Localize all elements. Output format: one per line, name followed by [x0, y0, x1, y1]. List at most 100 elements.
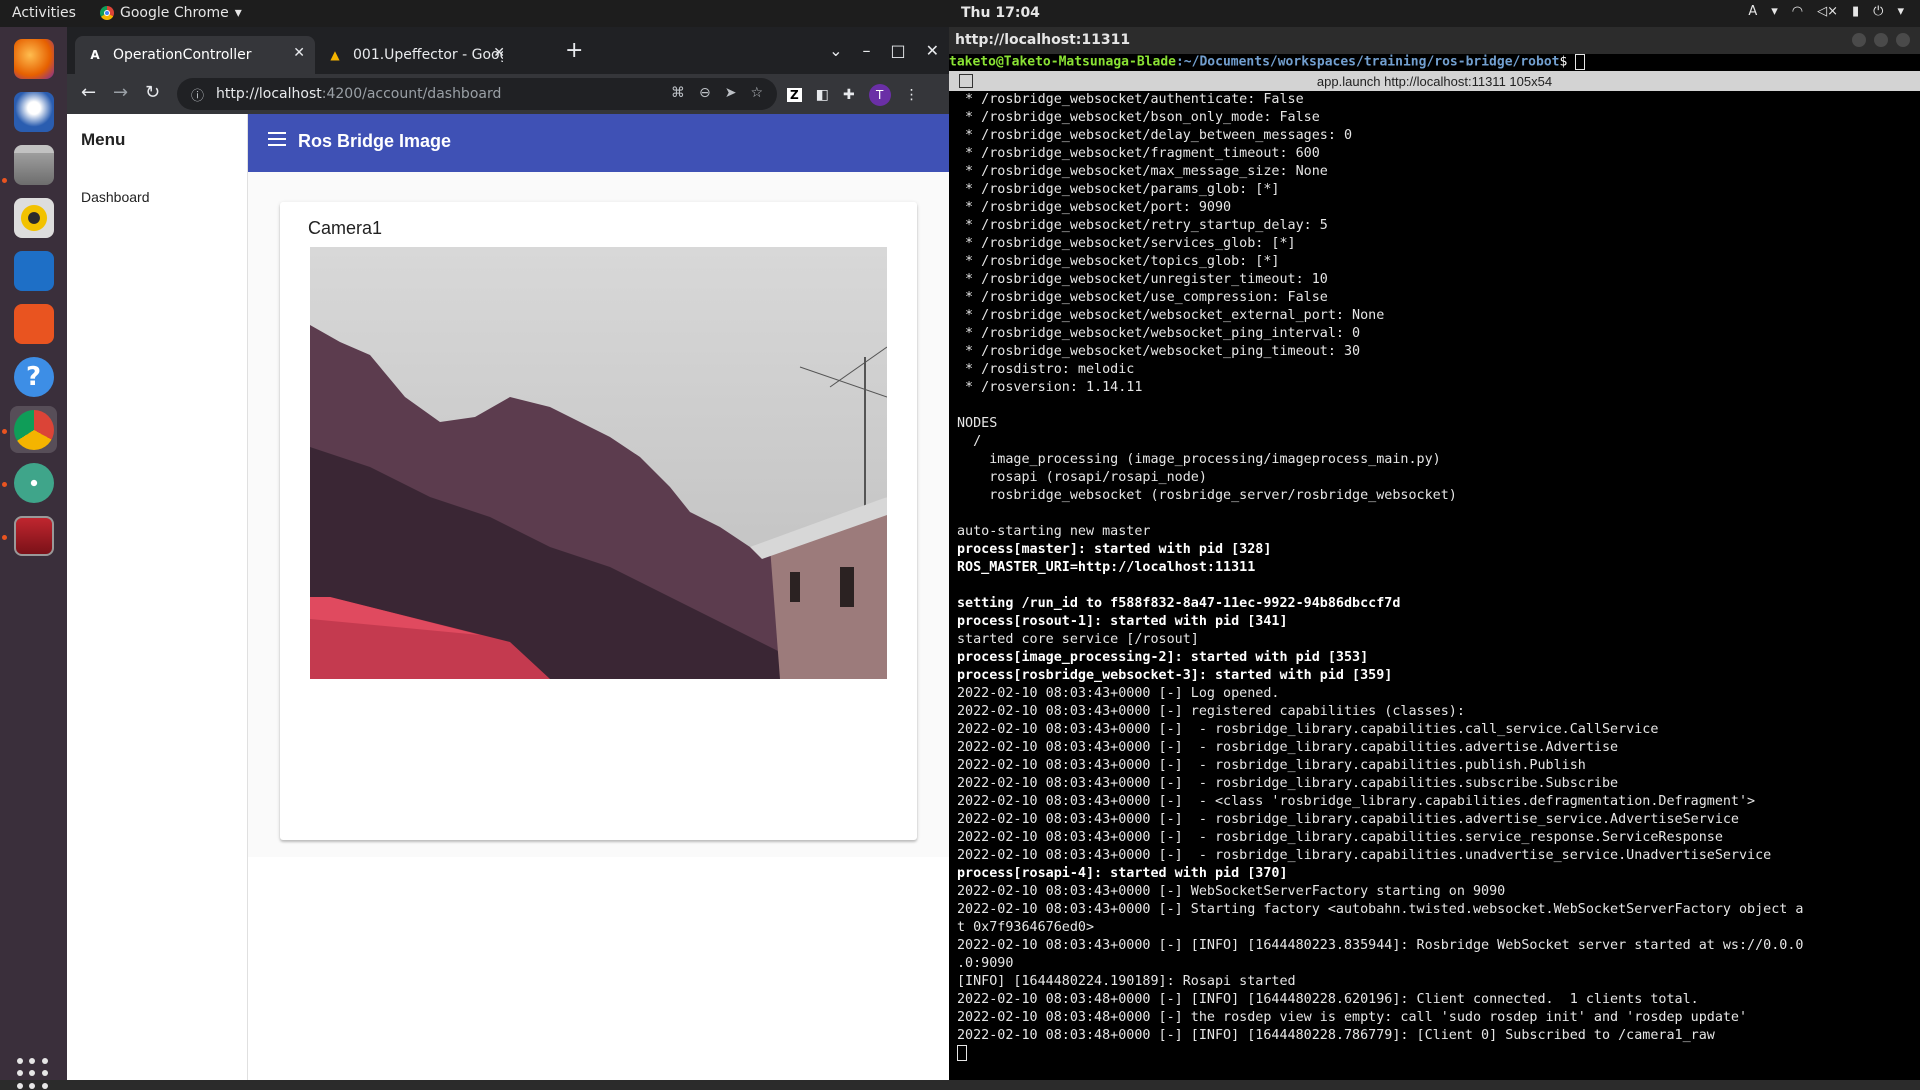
terminal-line: image_processing (image_processing/image…: [957, 452, 1441, 467]
camera-card: Camera1: [280, 202, 917, 840]
translate-icon[interactable]: ⌘: [671, 85, 685, 101]
terminal-line: auto-starting new master: [957, 524, 1151, 539]
profile-avatar[interactable]: T: [868, 84, 891, 106]
chrome-icon: [100, 6, 114, 20]
terminal-line: 2022-02-10 08:03:43+0000 [-] Log opened.: [957, 686, 1280, 701]
url-path: :4200/account/dashboard: [321, 86, 502, 102]
tab-title: OperationController: [113, 47, 252, 63]
terminal-line: * /rosbridge_websocket/port: 9090: [957, 200, 1232, 215]
forward-icon[interactable]: →: [113, 82, 128, 103]
dock-firefox[interactable]: [10, 35, 57, 82]
terminal-line: * /rosversion: 1.14.11: [957, 380, 1143, 395]
terminal-line: rosapi (rosapi/rosapi_node): [957, 470, 1207, 485]
show-applications-icon[interactable]: [17, 1058, 49, 1090]
kebab-menu-icon[interactable]: ⋮: [905, 87, 919, 103]
site-info-icon[interactable]: ⓘ: [191, 85, 204, 104]
zoom-icon[interactable]: ⊖: [699, 85, 711, 101]
dock-chrome[interactable]: [10, 406, 57, 453]
app-menu-label: Google Chrome: [120, 5, 229, 21]
chrome-icon: [13, 409, 54, 450]
hamburger-menu-icon[interactable]: [268, 132, 286, 146]
close-window-icon[interactable]: [1896, 33, 1910, 47]
dock-rhythmbox[interactable]: [10, 194, 57, 241]
nav-item-dashboard[interactable]: Dashboard: [81, 189, 150, 205]
app-menu[interactable]: Google Chrome ▾: [100, 5, 242, 21]
terminal-window-title: http://localhost:11311: [955, 32, 1131, 48]
tab-operation-controller[interactable]: A OperationController ✕: [75, 36, 315, 74]
ubuntu-software-icon: [13, 303, 54, 344]
firefox-icon: [13, 38, 54, 79]
close-window-icon[interactable]: ✕: [926, 41, 939, 60]
terminal-output[interactable]: * /rosbridge_websocket/authenticate: Fal…: [949, 91, 1920, 1080]
minimize-icon[interactable]: [1852, 33, 1866, 47]
terminal-line: 2022-02-10 08:03:43+0000 [-] - rosbridge…: [957, 812, 1739, 827]
web-page: Menu Dashboard Ros Bridge Image Camera1: [67, 114, 949, 1080]
angular-favicon-icon: A: [90, 48, 100, 62]
tab-google-drive[interactable]: ▲ 001.Upeffector - Google D ✕: [315, 36, 515, 74]
terminal-line: 2022-02-10 08:03:48+0000 [-] the rosdep …: [957, 1010, 1748, 1025]
activities-button[interactable]: Activities: [12, 5, 76, 21]
battery-icon: ▮: [1852, 4, 1860, 19]
tab-strip: A OperationController ✕ ▲ 001.Upeffector…: [67, 27, 949, 74]
page-title: Ros Bridge Image: [298, 131, 452, 151]
help-icon: ?: [13, 356, 54, 397]
bookmark-star-icon[interactable]: ☆: [750, 85, 763, 101]
browser-window: A OperationController ✕ ▲ 001.Upeffector…: [67, 27, 949, 1080]
terminal-line: process[rosapi-4]: started with pid [370…: [957, 866, 1288, 881]
close-tab-icon[interactable]: ✕: [493, 45, 505, 61]
app-toolbar: Ros Bridge Image: [248, 114, 949, 172]
terminal-line: NODES: [957, 416, 998, 431]
terminal-line: * /rosbridge_websocket/services_glob: [*…: [957, 236, 1296, 251]
maximize-icon[interactable]: [1874, 33, 1888, 47]
caret-down-icon: ▾: [1897, 4, 1904, 19]
clock[interactable]: Thu 17:04: [961, 5, 1040, 21]
back-icon[interactable]: ←: [81, 82, 96, 103]
extensions-area: Z ◧ ✚ T ⋮: [787, 84, 919, 106]
send-icon[interactable]: ➤: [725, 85, 737, 101]
extension-icon[interactable]: ◧: [816, 87, 829, 103]
camera-image: [310, 247, 887, 679]
terminal-line: * /rosbridge_websocket/topics_glob: [*]: [957, 254, 1280, 269]
dock-atom[interactable]: [10, 459, 57, 506]
terminal-line: 2022-02-10 08:03:48+0000 [-] [INFO] [164…: [957, 1028, 1715, 1043]
dock: ?: [0, 27, 67, 1089]
text-cursor: [1575, 54, 1586, 70]
new-tab-icon[interactable]: +: [565, 38, 583, 63]
reload-icon[interactable]: ↻: [145, 82, 160, 103]
camera-title: Camera1: [308, 218, 383, 238]
terminal-line: 2022-02-10 08:03:43+0000 [-] - rosbridge…: [957, 776, 1619, 791]
running-indicator: [2, 178, 7, 183]
gnome-top-bar: Activities Google Chrome ▾ Thu 17:04 A ▾…: [0, 0, 1920, 27]
dock-thunderbird[interactable]: [10, 88, 57, 135]
system-tray[interactable]: A ▾ ◠ ◁× ▮ ⏻ ▾: [1748, 4, 1904, 19]
close-tab-icon[interactable]: ✕: [293, 45, 305, 61]
terminal-line: 2022-02-10 08:03:43+0000 [-] [INFO] [164…: [957, 938, 1804, 953]
prompt-symbol: $: [1559, 54, 1568, 70]
puzzle-extensions-icon[interactable]: ✚: [843, 87, 855, 103]
running-indicator: [2, 482, 7, 487]
side-nav: Menu Dashboard: [67, 114, 248, 1080]
terminal-window-controls: [1852, 33, 1910, 47]
text-cursor: [957, 1045, 967, 1061]
window-controls: ⌄ – □ ✕: [829, 27, 949, 74]
terminal-subtitle-bar: app.launch http://localhost:11311 105x54: [949, 71, 1920, 91]
dock-files[interactable]: [10, 141, 57, 188]
terminal-line: * /rosbridge_websocket/websocket_ping_in…: [957, 326, 1361, 341]
terminal-line: 2022-02-10 08:03:43+0000 [-] WebSocketSe…: [957, 884, 1506, 899]
input-method-indicator[interactable]: A: [1748, 4, 1757, 19]
dock-terminal-app[interactable]: [10, 512, 57, 559]
terminal-line: * /rosbridge_websocket/websocket_externa…: [957, 308, 1385, 323]
address-bar[interactable]: ⓘ http://localhost:4200/account/dashboar…: [177, 78, 777, 110]
terminal-line: 2022-02-10 08:03:43+0000 [-] Starting fa…: [957, 902, 1804, 917]
terminal-line: 2022-02-10 08:03:43+0000 [-] - rosbridge…: [957, 848, 1772, 863]
minimize-icon[interactable]: –: [862, 41, 870, 60]
terminal-line: 2022-02-10 08:03:43+0000 [-] - rosbridge…: [957, 722, 1659, 737]
dock-writer[interactable]: [10, 247, 57, 294]
maximize-icon[interactable]: □: [890, 41, 905, 60]
zotero-extension-icon[interactable]: Z: [787, 88, 802, 102]
dock-help[interactable]: ?: [10, 353, 57, 400]
tab-search-icon[interactable]: ⌄: [829, 41, 842, 60]
power-icon: ⏻: [1873, 4, 1884, 19]
dock-ubuntu-software[interactable]: [10, 300, 57, 347]
